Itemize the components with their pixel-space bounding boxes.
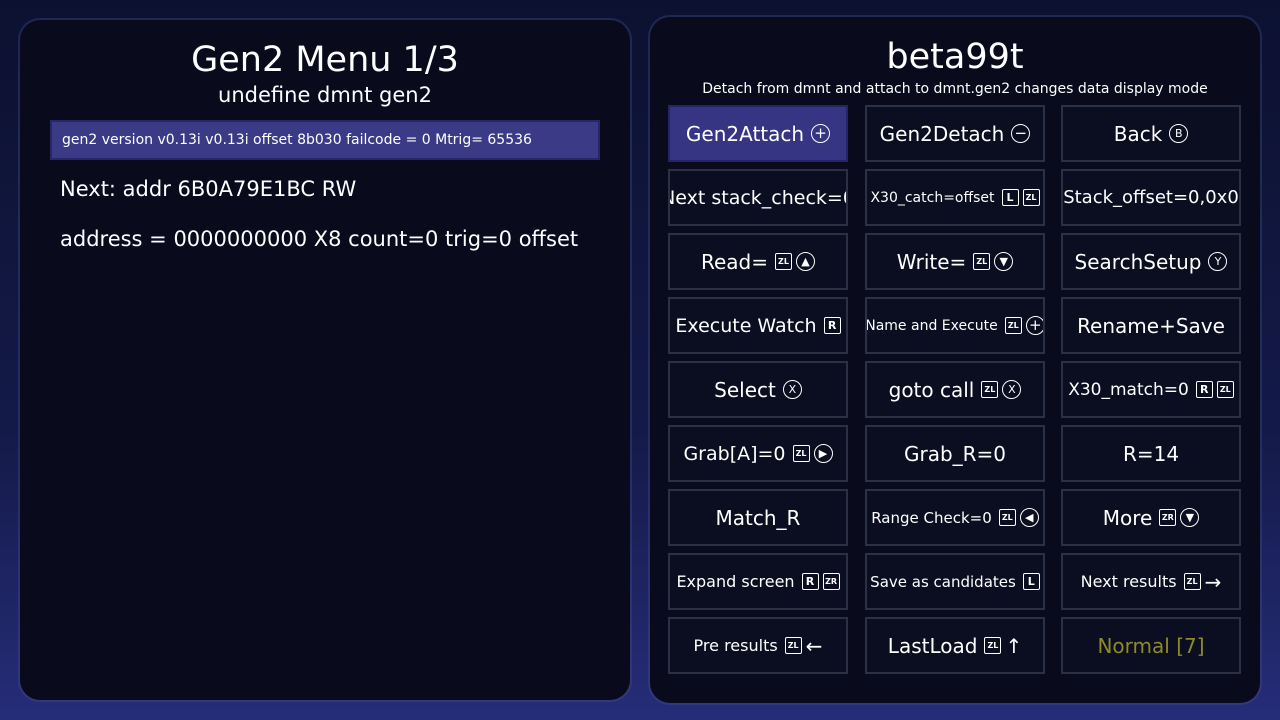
- zl-button-icon: ZL: [792, 445, 810, 462]
- arrow-right-icon: →: [1204, 569, 1222, 594]
- plus-icon: +: [811, 124, 831, 143]
- back-button[interactable]: Back B: [1061, 105, 1241, 162]
- select-button[interactable]: Select X: [668, 361, 848, 418]
- button-label: Read=: [700, 249, 768, 274]
- expand-screen-button[interactable]: Expand screen R ZR: [668, 553, 848, 610]
- write-button[interactable]: Write= ZL ▼: [865, 233, 1045, 290]
- address-info-line: address = 0000000000 X8 count=0 trig=0 o…: [60, 227, 579, 251]
- execute-watch-button[interactable]: Execute Watch R: [668, 297, 848, 354]
- button-label: Next results: [1080, 572, 1177, 591]
- zl-button-icon: ZL: [1022, 189, 1040, 206]
- normal-7-button[interactable]: Normal [7]: [1061, 617, 1241, 674]
- stack-offset-0-0x0-button[interactable]: Stack_offset=0,0x0: [1061, 169, 1241, 226]
- zl-button-icon: ZL: [973, 253, 991, 270]
- zl-button-icon: ZL: [1183, 573, 1201, 590]
- button-label: Grab[A]=0: [683, 442, 786, 465]
- button-label: Next stack_check=0: [668, 186, 848, 209]
- searchsetup-button[interactable]: SearchSetup Y: [1061, 233, 1241, 290]
- button-label: Write=: [896, 249, 967, 274]
- info-panel: Gen2 Menu 1/3 undefine dmnt gen2 gen2 ve…: [20, 20, 630, 700]
- grab-a-0-button[interactable]: Grab[A]=0 ZL ▶: [668, 425, 848, 482]
- next-stack-check-0-button[interactable]: Next stack_check=0: [668, 169, 848, 226]
- read-button[interactable]: Read= ZL ▲: [668, 233, 848, 290]
- button-label: LastLoad: [887, 633, 978, 658]
- button-label: Grab_R=0: [903, 441, 1007, 466]
- button-label: Normal [7]: [1097, 633, 1205, 658]
- zl-button-icon: ZL: [1216, 381, 1234, 398]
- button-label: X30_catch=offset: [870, 189, 995, 206]
- button-label: Save as candidates: [870, 572, 1016, 591]
- button-label: Gen2Attach: [685, 121, 805, 146]
- range-check-0-button[interactable]: Range Check=0 ZL ◀: [865, 489, 1045, 546]
- button-label: Execute Watch: [675, 314, 817, 337]
- gen2attach-button[interactable]: Gen2Attach +: [668, 105, 848, 162]
- b-button-icon: B: [1169, 124, 1189, 143]
- version-title: beta99t: [886, 37, 1024, 77]
- r-button-icon: R: [823, 317, 841, 334]
- dpad-down-icon: ▼: [1180, 508, 1200, 527]
- name-and-execute-button[interactable]: Name and Execute ZL +: [865, 297, 1045, 354]
- plus-icon: +: [1025, 316, 1043, 335]
- dpad-right-icon: ▶: [813, 444, 833, 463]
- dpad-down-icon: ▼: [994, 252, 1014, 271]
- button-label: More: [1102, 505, 1153, 530]
- pre-results-button[interactable]: Pre results ZL ←: [668, 617, 848, 674]
- y-button-icon: Y: [1208, 252, 1228, 271]
- menu-subtitle: undefine dmnt gen2: [218, 83, 432, 107]
- button-label: Gen2Detach: [879, 121, 1005, 146]
- dpad-up-icon: ▲: [796, 252, 815, 271]
- button-label: goto call: [888, 377, 975, 402]
- goto-call-button[interactable]: goto call ZL X: [865, 361, 1045, 418]
- grab-r-0-button[interactable]: Grab_R=0: [865, 425, 1045, 482]
- mode-description: Detach from dmnt and attach to dmnt.gen2…: [702, 81, 1208, 97]
- version-status-bar: gen2 version v0.13i v0.13i offset 8b030 …: [50, 120, 600, 160]
- minus-icon: −: [1011, 124, 1031, 143]
- l-button-icon: L: [1022, 573, 1040, 590]
- button-label: R=14: [1122, 441, 1180, 466]
- next-results-button[interactable]: Next results ZL →: [1061, 553, 1241, 610]
- gen2detach-button[interactable]: Gen2Detach −: [865, 105, 1045, 162]
- button-label: Rename+Save: [1077, 313, 1225, 338]
- zr-button-icon: ZR: [822, 573, 840, 590]
- button-label: Expand screen: [676, 572, 795, 591]
- zl-button-icon: ZL: [981, 381, 999, 398]
- button-label: Back: [1113, 121, 1163, 146]
- button-label: X30_match=0: [1068, 379, 1189, 400]
- l-button-icon: L: [1001, 189, 1019, 206]
- r-14-button[interactable]: R=14: [1061, 425, 1241, 482]
- button-label: Match_R: [715, 505, 801, 530]
- dpad-left-icon: ◀: [1019, 508, 1039, 527]
- button-label: Pre results: [693, 636, 778, 655]
- menu-title: Gen2 Menu 1/3: [191, 40, 459, 80]
- lastload-button[interactable]: LastLoad ZL ↑: [865, 617, 1045, 674]
- more-button[interactable]: More ZR ▼: [1061, 489, 1241, 546]
- x30-match-0-button[interactable]: X30_match=0 R ZL: [1061, 361, 1241, 418]
- x30-catch-offset-button[interactable]: X30_catch=offset L ZL: [865, 169, 1045, 226]
- zl-button-icon: ZL: [1004, 317, 1022, 334]
- match-r-button[interactable]: Match_R: [668, 489, 848, 546]
- button-panel: beta99t Detach from dmnt and attach to d…: [650, 17, 1260, 703]
- x-button-icon: X: [1002, 380, 1022, 399]
- save-as-candidates-button[interactable]: Save as candidates L: [865, 553, 1045, 610]
- button-label: Select: [714, 377, 776, 402]
- button-label: Range Check=0: [871, 508, 992, 527]
- button-label: Name and Execute: [865, 317, 998, 334]
- rename-save-button[interactable]: Rename+Save: [1061, 297, 1241, 354]
- zr-button-icon: ZR: [1159, 509, 1177, 526]
- x-button-icon: X: [782, 380, 802, 399]
- button-label: Stack_offset=0,0x0: [1063, 187, 1239, 208]
- zl-button-icon: ZL: [784, 637, 802, 654]
- next-address-line: Next: addr 6B0A79E1BC RW: [60, 177, 357, 201]
- arrow-left-icon: ←: [805, 633, 823, 658]
- arrow-up-icon: ↑: [1005, 633, 1023, 658]
- zl-button-icon: ZL: [775, 253, 792, 270]
- r-button-icon: R: [801, 573, 819, 590]
- zl-button-icon: ZL: [998, 509, 1016, 526]
- zl-button-icon: ZL: [984, 637, 1002, 654]
- button-label: SearchSetup: [1074, 249, 1202, 274]
- r-button-icon: R: [1195, 381, 1213, 398]
